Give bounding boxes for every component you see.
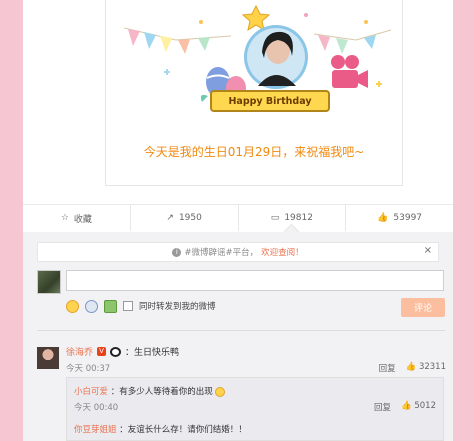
share-icon: ↗ <box>166 213 174 223</box>
like-action[interactable]: 👍 53997 <box>346 205 453 231</box>
comment-section: i #微博辟谣#平台， 欢迎查阅！ × 同时转发到我的微博 评论 徐海乔 V ：… <box>23 232 453 441</box>
comment-like-button[interactable]: 👍 32311 <box>406 362 446 374</box>
birthday-card-image: Happy Birthday 今天是我的生日01月29日，来祝福我吧~ <box>105 0 403 186</box>
comment-time: 今天 00:37 <box>66 364 111 374</box>
replies-box: 小白可爱 ：有多少人等待着你的出现 今天 00:40 回复 👍 5012 你豆芽… <box>66 377 444 441</box>
reply-item: 小白可爱 ：有多少人等待着你的出现 <box>74 385 226 397</box>
comment-author[interactable]: 徐海乔 <box>66 345 93 358</box>
post-action-bar: ☆ 收藏 ↗ 1950 ▭ 19812 👍 53997 <box>23 204 453 231</box>
comment-count: 19812 <box>284 213 313 223</box>
notice-link[interactable]: 欢迎查阅！ <box>261 246 304 258</box>
comment-body: 徐海乔 V ：生日快乐鸭 <box>66 345 179 358</box>
like-icon: 👍 <box>405 362 417 372</box>
repost-checkbox[interactable] <box>123 301 133 311</box>
share-count: 1950 <box>178 213 202 223</box>
rumor-notice: i #微博辟谣#平台， 欢迎查阅！ × <box>37 242 439 262</box>
reply-item: 你豆芽姐姐 ：友谊长什么存！请你们结婚！！ <box>74 423 247 435</box>
comment-like-count: 32311 <box>418 362 446 372</box>
happy-birthday-ribbon: Happy Birthday <box>210 90 330 112</box>
current-user-avatar <box>37 270 61 294</box>
comment-action[interactable]: ▭ 19812 <box>239 205 347 231</box>
close-icon[interactable]: × <box>424 245 432 256</box>
divider <box>37 330 445 331</box>
repost-label: 同时转发到我的微博 <box>139 302 216 312</box>
like-icon: 👍 <box>401 401 412 411</box>
reply-text: ：友谊长什么存！请你们结婚！！ <box>119 425 247 435</box>
reply-reply-button[interactable]: 回复 <box>374 401 391 413</box>
gif-icon[interactable] <box>85 299 98 313</box>
commenter-avatar[interactable] <box>37 347 59 369</box>
reply-author[interactable]: 小白可爱 <box>74 387 108 397</box>
reply-meta: 今天 00:40 回复 👍 5012 <box>74 401 436 413</box>
share-action[interactable]: ↗ 1950 <box>131 205 239 231</box>
comment-input[interactable] <box>66 270 444 291</box>
submit-comment-button[interactable]: 评论 <box>401 298 445 317</box>
reply-time: 今天 00:40 <box>74 403 119 413</box>
comment-text: ：生日快乐鸭 <box>125 348 180 358</box>
composer-toolbar: 同时转发到我的微博 <box>66 298 216 314</box>
comment-icon: ▭ <box>270 213 280 223</box>
panda-emoji-icon <box>110 346 122 357</box>
reply-like-count: 5012 <box>414 401 436 411</box>
like-icon: 👍 <box>377 213 389 223</box>
favorite-action[interactable]: ☆ 收藏 <box>23 205 131 231</box>
star-icon: ☆ <box>60 213 69 223</box>
notice-text: #微博辟谣#平台， <box>184 248 259 258</box>
image-icon[interactable] <box>104 299 117 313</box>
emoji-icon[interactable] <box>66 299 79 313</box>
like-count: 53997 <box>393 213 423 223</box>
favorite-label: 收藏 <box>73 214 92 225</box>
verified-badge-icon: V <box>97 347 107 356</box>
smile-emoji-icon <box>215 386 226 397</box>
reply-text: ：有多少人等待着你的出现 <box>110 387 213 397</box>
reply-like-button[interactable]: 👍 5012 <box>401 401 436 413</box>
reply-author[interactable]: 你豆芽姐姐 <box>74 425 117 435</box>
info-icon: i <box>172 247 182 257</box>
comment-meta: 今天 00:37 回复 👍 32311 <box>66 362 446 374</box>
comment-reply-button[interactable]: 回复 <box>379 362 396 374</box>
birthday-message: 今天是我的生日01月29日，来祝福我吧~ <box>143 145 365 159</box>
